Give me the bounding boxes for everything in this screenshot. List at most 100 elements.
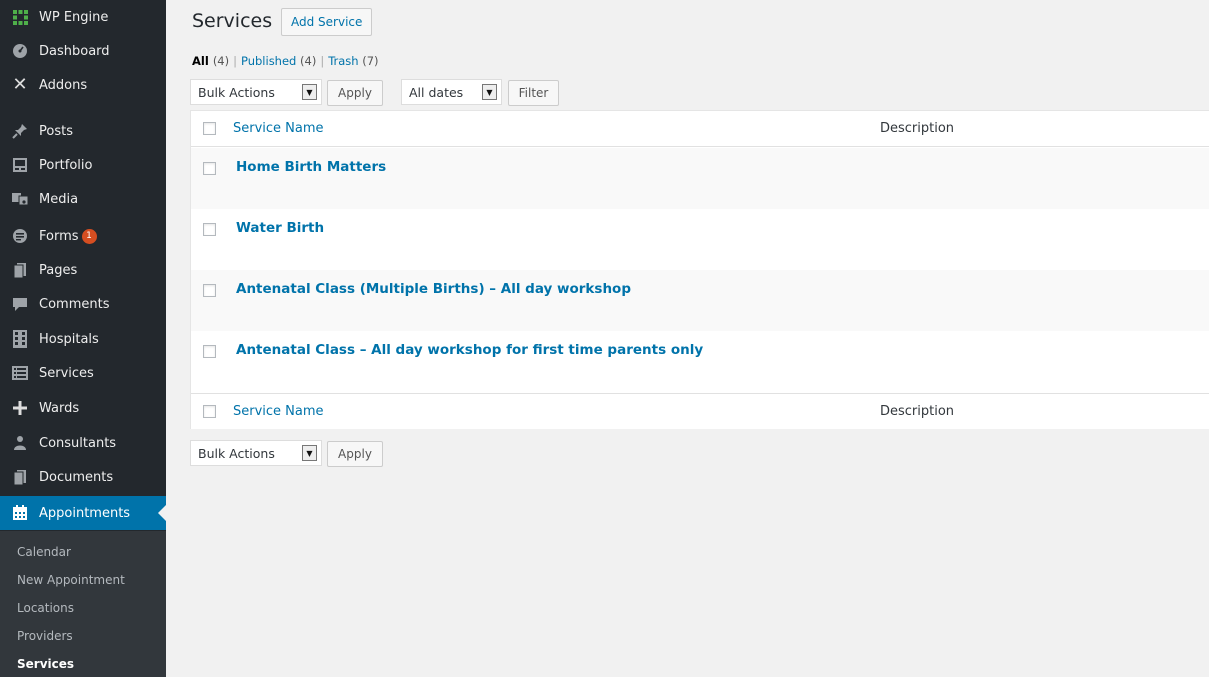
submenu-new-appointment[interactable]: New Appointment <box>17 573 125 587</box>
menu-label: Appointments <box>39 505 131 521</box>
view-separator: | <box>233 54 237 68</box>
view-published-label: Published <box>240 54 297 68</box>
menu-label: Documents <box>39 469 114 485</box>
bulk-actions-value: Bulk Actions <box>198 445 275 461</box>
service-title-link[interactable]: Antenatal Class – All day workshop for f… <box>236 342 703 358</box>
select-all-checkbox[interactable] <box>203 122 216 135</box>
appointments-submenu: Calendar New Appointment Locations Provi… <box>0 531 166 677</box>
menu-label: Dashboard <box>39 43 110 59</box>
menu-item-portfolio[interactable]: Portfolio <box>0 148 166 182</box>
menu-item-posts[interactable]: Posts <box>0 114 166 148</box>
row-checkbox[interactable] <box>203 162 216 175</box>
menu-label: Pages <box>39 262 78 278</box>
row-checkbox[interactable] <box>203 284 216 297</box>
menu-item-media[interactable]: Media <box>0 182 166 216</box>
menu-label: Posts <box>39 123 73 139</box>
dates-filter-select[interactable]: All dates ▼ <box>401 79 502 105</box>
main-content: Services Add Service All (4) | Published (… <box>166 0 1209 677</box>
menu-item-consultants[interactable]: Consultants <box>0 426 166 460</box>
table-footer: Service Name Description <box>191 393 1209 429</box>
service-title-link[interactable]: Home Birth Matters <box>236 159 386 175</box>
submenu-calendar[interactable]: Calendar <box>17 545 71 559</box>
menu-item-documents[interactable]: Documents <box>0 460 166 494</box>
view-trash-link[interactable]: Trash (7) <box>328 54 378 68</box>
wp-engine-icon <box>10 7 30 27</box>
media-icon <box>10 189 30 209</box>
forms-icon <box>10 226 30 246</box>
services-table: Service Name Description Home Birth Matt… <box>190 110 1209 429</box>
menu-item-appointments[interactable]: Appointments <box>0 496 166 530</box>
dates-filter-value: All dates <box>409 84 464 100</box>
menu-label: Hospitals <box>39 331 99 347</box>
service-title-link[interactable]: Antenatal Class (Multiple Births) – All … <box>236 281 631 297</box>
bulk-actions-value: Bulk Actions <box>198 84 275 100</box>
menu-label: Comments <box>39 296 110 312</box>
table-row: Antenatal Class (Multiple Births) – All … <box>191 270 1209 331</box>
apply-button-bottom[interactable]: Apply <box>327 441 383 467</box>
page-title: Services <box>192 10 273 32</box>
bulk-actions-select-top[interactable]: Bulk Actions ▼ <box>190 79 322 105</box>
add-service-button[interactable]: Add Service <box>281 8 373 36</box>
filter-button[interactable]: Filter <box>508 80 559 106</box>
pages-icon <box>10 260 30 280</box>
column-service-name[interactable]: Service Name <box>233 121 324 136</box>
menu-label: Forms <box>39 228 79 244</box>
menu-item-addons[interactable]: ✕ Addons <box>0 68 166 102</box>
view-filters: All (4) | Published (4) | Trash (7) <box>192 54 379 68</box>
building-icon <box>10 329 30 349</box>
portfolio-icon <box>10 155 30 175</box>
menu-item-dashboard[interactable]: Dashboard <box>0 34 166 68</box>
table-row: Home Birth Matters <box>191 148 1209 209</box>
row-checkbox[interactable] <box>203 345 216 358</box>
documents-icon <box>10 467 30 487</box>
column-description-footer: Description <box>880 404 955 419</box>
menu-item-comments[interactable]: Comments <box>0 287 166 321</box>
chevron-down-icon: ▼ <box>302 445 317 461</box>
view-published-count: (4) <box>300 54 317 68</box>
menu-label: WP Engine <box>39 9 109 25</box>
submenu-services[interactable]: Services <box>17 657 74 671</box>
pin-icon <box>10 121 30 141</box>
menu-label: Consultants <box>39 435 117 451</box>
menu-item-services[interactable]: Services <box>0 356 166 390</box>
row-checkbox[interactable] <box>203 223 216 236</box>
view-trash-count: (7) <box>362 54 379 68</box>
menu-label: Media <box>39 191 79 207</box>
menu-label: Addons <box>39 77 88 93</box>
table-header: Service Name Description <box>191 111 1209 147</box>
calendar-icon <box>10 503 30 523</box>
submenu-locations[interactable]: Locations <box>17 601 74 615</box>
menu-label: Services <box>39 365 94 381</box>
users-icon <box>10 433 30 453</box>
menu-label: Wards <box>39 400 80 416</box>
view-all-count: (4) <box>212 54 230 68</box>
addons-x-icon: ✕ <box>12 74 28 95</box>
list-icon <box>10 363 30 383</box>
select-all-checkbox-footer[interactable] <box>203 405 216 418</box>
menu-label: Portfolio <box>39 157 93 173</box>
column-service-name-footer[interactable]: Service Name <box>233 404 324 419</box>
service-title-link[interactable]: Water Birth <box>236 220 324 236</box>
submenu-providers[interactable]: Providers <box>17 629 73 643</box>
menu-item-hospitals[interactable]: Hospitals <box>0 322 166 356</box>
menu-item-forms[interactable]: Forms 1 <box>0 219 166 253</box>
view-trash-label: Trash <box>328 54 359 68</box>
menu-item-wp-engine[interactable]: WP Engine <box>0 0 166 34</box>
view-all-label: All <box>192 54 209 68</box>
forms-count-badge: 1 <box>81 228 97 244</box>
comments-icon <box>10 294 30 314</box>
chevron-down-icon: ▼ <box>482 84 497 100</box>
plus-icon <box>10 398 30 418</box>
apply-button-top[interactable]: Apply <box>327 80 383 106</box>
table-row: Antenatal Class – All day workshop for f… <box>191 331 1209 392</box>
chevron-down-icon: ▼ <box>302 84 317 100</box>
table-row: Water Birth <box>191 209 1209 270</box>
admin-sidebar: WP Engine Dashboard ✕ Addons Posts Portf… <box>0 0 166 677</box>
view-published-link[interactable]: Published (4) <box>241 54 316 68</box>
menu-item-pages[interactable]: Pages <box>0 253 166 287</box>
menu-item-wards[interactable]: Wards <box>0 391 166 425</box>
view-all-link[interactable]: All (4) <box>192 54 229 68</box>
bulk-actions-select-bottom[interactable]: Bulk Actions ▼ <box>190 440 322 466</box>
view-separator: | <box>320 54 325 68</box>
column-description: Description <box>880 121 955 136</box>
